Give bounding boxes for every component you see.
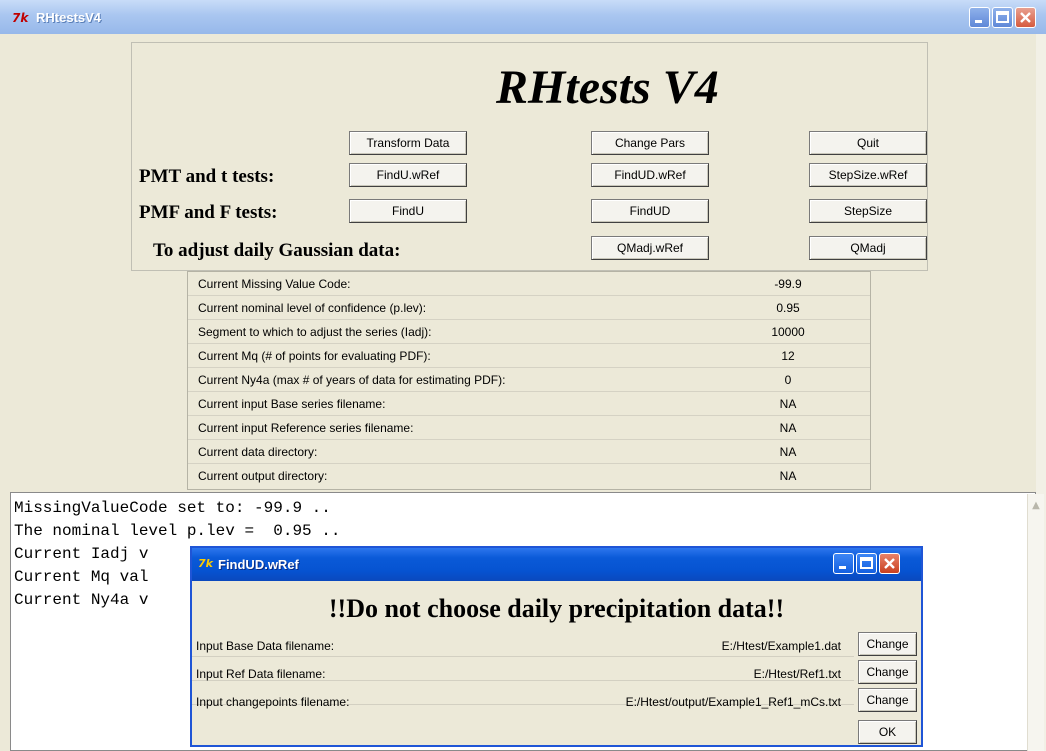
info-label: Segment to which to adjust the series (I… [198, 325, 432, 339]
info-value: NA [779, 421, 797, 435]
pmt-row-label: PMT and t tests: [139, 166, 275, 187]
change-changepoints-button[interactable]: Change [858, 688, 917, 712]
info-label: Current Missing Value Code: [198, 277, 351, 291]
change-ref-data-button[interactable]: Change [858, 660, 917, 684]
findu-wref-button[interactable]: FindU.wRef [349, 163, 467, 187]
console-line: Current Ny4a v [14, 591, 149, 609]
close-button[interactable] [1015, 7, 1036, 28]
settings-info-panel: Current Missing Value Code: -99.9 Curren… [187, 271, 871, 490]
info-row: Segment to which to adjust the series (I… [188, 320, 870, 344]
qmadj-wref-button[interactable]: QMadj.wRef [591, 236, 709, 260]
quit-button[interactable]: Quit [809, 131, 927, 155]
info-row: Current input Base series filename: NA [188, 392, 870, 416]
info-row: Current Mq (# of points for evaluating P… [188, 344, 870, 368]
dialog-maximize-button[interactable] [856, 553, 877, 574]
info-label: Current Ny4a (max # of years of data for… [198, 373, 506, 387]
info-value: NA [779, 445, 797, 459]
findud-wref-button[interactable]: FindUD.wRef [591, 163, 709, 187]
console-line: Current Iadj v [14, 545, 149, 563]
ok-button[interactable]: OK [858, 720, 917, 744]
pmf-row-label: PMF and F tests: [139, 202, 278, 223]
info-row: Current Ny4a (max # of years of data for… [188, 368, 870, 392]
console-line: Current Mq val [14, 568, 149, 586]
changepoints-filename: E:/Htest/output/Example1_Ref1_mCs.txt [625, 695, 841, 709]
adjust-row-label: To adjust daily Gaussian data: [153, 240, 401, 261]
info-label: Current nominal level of confidence (p.l… [198, 301, 427, 315]
stepsize-button[interactable]: StepSize [809, 199, 927, 223]
info-label: Current input Reference series filename: [198, 421, 414, 435]
qmadj-button[interactable]: QMadj [809, 236, 927, 260]
info-label: Current data directory: [198, 445, 318, 459]
info-row: Current data directory: NA [188, 440, 870, 464]
info-row: Current input Reference series filename:… [188, 416, 870, 440]
dialog-close-button[interactable] [879, 553, 900, 574]
dialog-warning: !!Do not choose daily precipitation data… [328, 594, 785, 623]
scroll-up-arrow-icon[interactable]: ▲ [1028, 498, 1044, 514]
info-row: Current nominal level of confidence (p.l… [188, 296, 870, 320]
changepoints-label: Input changepoints filename: [196, 695, 350, 709]
dialog-minimize-button[interactable] [833, 553, 854, 574]
base-data-label: Input Base Data filename: [196, 639, 335, 653]
minimize-button[interactable] [969, 7, 990, 28]
change-base-data-button[interactable]: Change [858, 632, 917, 656]
transform-data-button[interactable]: Transform Data [349, 131, 467, 155]
info-value: 0 [784, 373, 792, 387]
tk-app-icon: 7k [198, 557, 213, 570]
findud-wref-dialog: 7k FindUD.wRef !!Do not choose daily pre… [190, 546, 923, 747]
main-titlebar[interactable]: 7k RHtestsV4 [0, 0, 1046, 34]
info-value: 0.95 [776, 301, 800, 315]
stepsize-wref-button[interactable]: StepSize.wRef [809, 163, 927, 187]
info-label: Current Mq (# of points for evaluating P… [198, 349, 431, 363]
findud-button[interactable]: FindUD [591, 199, 709, 223]
ref-data-filename: E:/Htest/Ref1.txt [753, 667, 841, 681]
divider [192, 656, 854, 657]
dialog-title: FindUD.wRef [218, 557, 299, 572]
info-value: 10000 [771, 325, 805, 339]
console-line: The nominal level p.lev = 0.95 .. [14, 522, 341, 540]
info-row: Current output directory: NA [188, 464, 870, 488]
info-value: NA [779, 397, 797, 411]
app-title: RHtests V4 [496, 61, 719, 114]
console-line: MissingValueCode set to: -99.9 .. [14, 499, 331, 517]
info-value: -99.9 [774, 277, 802, 291]
maximize-button[interactable] [992, 7, 1013, 28]
window-title: RHtestsV4 [36, 10, 102, 25]
info-value: 12 [781, 349, 795, 363]
ref-data-label: Input Ref Data filename: [196, 667, 326, 681]
info-row: Current Missing Value Code: -99.9 [188, 272, 870, 296]
change-pars-button[interactable]: Change Pars [591, 131, 709, 155]
dialog-titlebar[interactable]: 7k FindUD.wRef [192, 548, 921, 581]
findu-button[interactable]: FindU [349, 199, 467, 223]
info-label: Current input Base series filename: [198, 397, 386, 411]
info-value: NA [779, 469, 797, 483]
info-label: Current output directory: [198, 469, 328, 483]
base-data-filename: E:/Htest/Example1.dat [721, 639, 841, 653]
tk-app-icon: 7k [12, 11, 29, 25]
console-scrollbar[interactable]: ▲ [1027, 494, 1044, 751]
